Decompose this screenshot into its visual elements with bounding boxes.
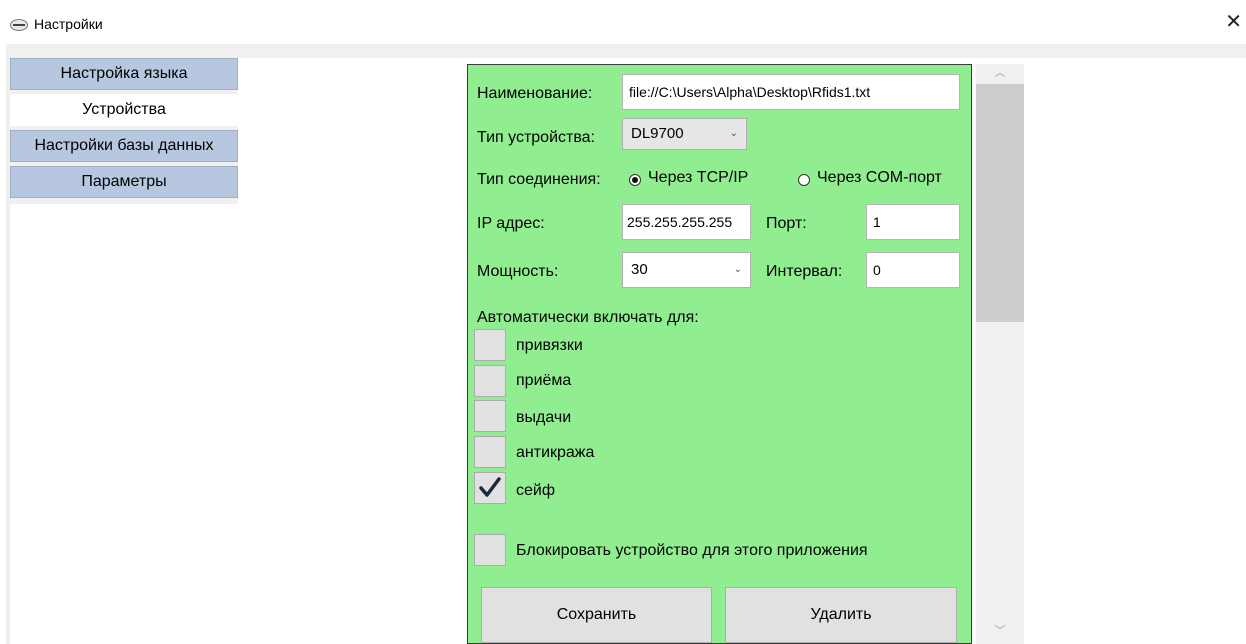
delete-button[interactable]: Удалить [725, 587, 957, 643]
binding-checkbox[interactable] [474, 329, 506, 361]
scroll-up-icon[interactable]: ︿ [976, 64, 1024, 82]
chevron-down-icon: ⌄ [729, 128, 738, 139]
block-device-checkbox[interactable] [474, 534, 506, 566]
safe-checkbox[interactable] [474, 472, 506, 504]
radio-tcp-ip-label[interactable]: Через TCP/IP [648, 169, 748, 187]
connection-type-label: Тип соединения: [477, 171, 601, 188]
block-device-label[interactable]: Блокировать устройство для этого приложе… [516, 542, 868, 560]
auto-enable-label: Автоматически включать для: [477, 309, 699, 326]
power-value: 30 [631, 261, 648, 278]
tab-panel-blank [10, 204, 238, 644]
power-label: Мощность: [477, 263, 559, 280]
tab-parameters[interactable]: Параметры [10, 166, 238, 198]
interval-label: Интервал: [766, 263, 843, 280]
antitheft-label[interactable]: антикража [516, 444, 594, 462]
save-button[interactable]: Сохранить [481, 587, 712, 643]
scrollbar-thumb[interactable] [976, 84, 1024, 322]
check-icon [479, 477, 501, 497]
antitheft-checkbox[interactable] [474, 436, 506, 468]
settings-tabs: Настройка языка Устройства Настройки баз… [10, 58, 238, 202]
window-title: Настройки [34, 16, 103, 32]
close-icon[interactable]: ✕ [1225, 12, 1242, 32]
name-input[interactable]: file://C:\Users\Alpha\Desktop\Rfids1.txt [622, 74, 960, 110]
port-label: Порт: [766, 215, 807, 232]
device-type-select[interactable]: DL9700 ⌄ [622, 118, 747, 150]
radio-com-port[interactable] [798, 174, 810, 186]
receive-checkbox[interactable] [474, 365, 506, 397]
interval-input[interactable]: 0 [866, 252, 960, 288]
device-form: Наименование: file://C:\Users\Alpha\Desk… [467, 64, 972, 644]
ip-address-label: IP адрес: [477, 215, 545, 232]
issue-checkbox[interactable] [474, 400, 506, 432]
device-type-label: Тип устройства: [477, 129, 595, 146]
chevron-down-icon: ⌄ [733, 264, 742, 275]
tab-language-settings[interactable]: Настройка языка [10, 58, 238, 90]
radio-tcp-ip[interactable] [629, 174, 641, 186]
radio-com-port-label[interactable]: Через COM-порт [817, 169, 942, 187]
receive-label[interactable]: приёма [516, 372, 571, 390]
power-select[interactable]: 30 ⌄ [622, 252, 751, 288]
binding-label[interactable]: привязки [516, 337, 583, 355]
name-label: Наименование: [477, 85, 593, 102]
ip-address-input[interactable]: 255.255.255.255 [622, 204, 751, 240]
safe-label[interactable]: сейф [516, 482, 555, 500]
app-logo-icon [10, 19, 28, 31]
port-input[interactable]: 1 [866, 204, 960, 240]
scroll-down-icon[interactable]: ﹀ [976, 622, 1024, 640]
tab-devices[interactable]: Устройства [10, 94, 238, 126]
title-bar: Настройки ✕ [0, 0, 1246, 44]
issue-label[interactable]: выдачи [516, 409, 571, 427]
device-type-value: DL9700 [631, 125, 684, 142]
tab-database-settings[interactable]: Настройки базы данных [10, 130, 238, 162]
